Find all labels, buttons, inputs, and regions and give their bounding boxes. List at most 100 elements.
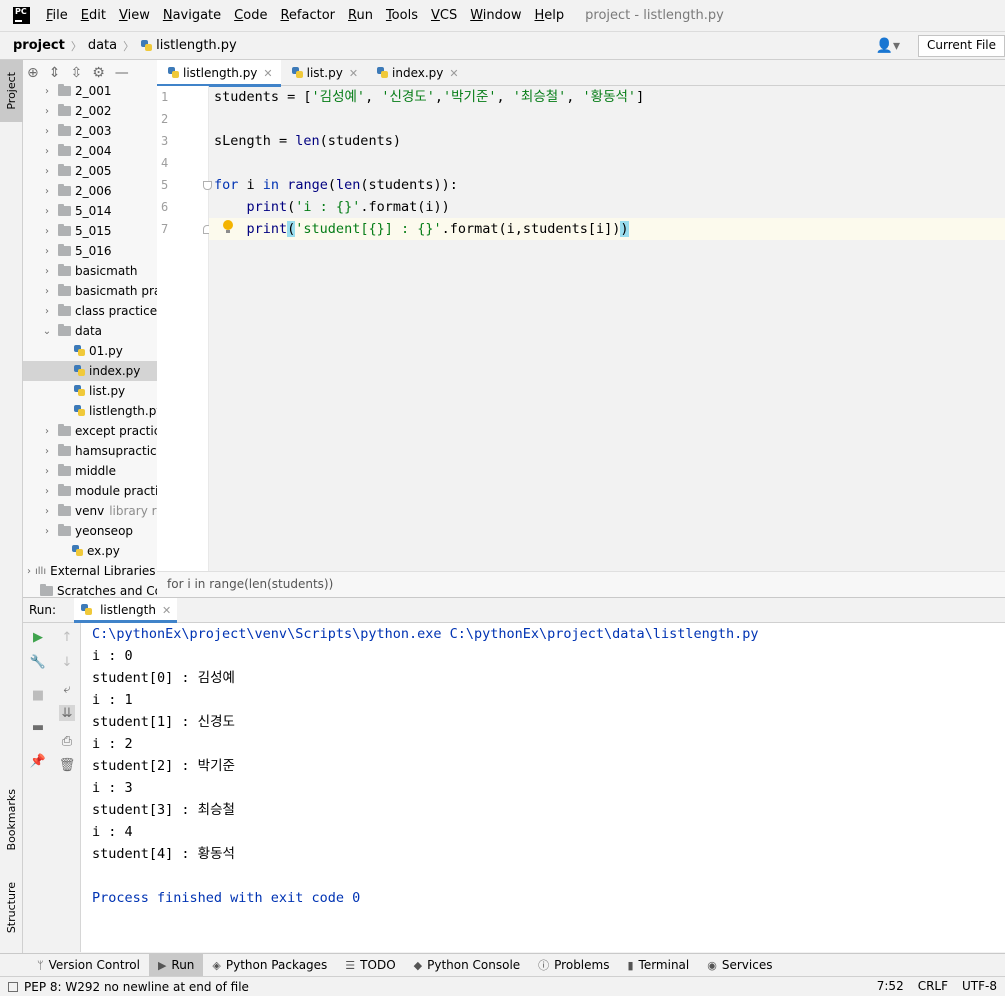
chevron-right-icon[interactable]: › [41, 426, 53, 437]
scroll-to-end-icon[interactable]: ⇊ [59, 705, 75, 721]
tab-listlength[interactable]: listlength.py ✕ [157, 60, 281, 87]
chevron-right-icon[interactable]: › [41, 186, 53, 197]
chevron-right-icon[interactable]: › [41, 126, 53, 137]
line-separator[interactable]: CRLF [918, 979, 948, 993]
tab-problems[interactable]: ⓘ Problems [529, 954, 618, 977]
tree-item[interactable]: › venv library ro [23, 501, 157, 521]
trash-icon[interactable]: 🗑 [59, 757, 76, 773]
file-encoding[interactable]: UTF-8 [962, 979, 997, 993]
tree-item[interactable]: › 2_005 [23, 161, 157, 181]
tree-item[interactable]: › basicmath prac [23, 281, 157, 301]
chevron-right-icon[interactable]: › [41, 286, 53, 297]
tree-item[interactable]: › ıllı External Libraries [23, 561, 157, 581]
tree-item[interactable]: › hamsupractice [23, 441, 157, 461]
bookmarks-tool-tab[interactable]: Bookmarks [0, 780, 23, 860]
chevron-right-icon[interactable]: › [41, 86, 53, 97]
editor-breadcrumb[interactable]: for i in range(len(students)) [157, 571, 1005, 597]
pin-icon[interactable]: 📌 [30, 753, 46, 769]
tree-item[interactable]: 01.py [23, 341, 157, 361]
tab-services[interactable]: ◉ Services [698, 954, 781, 977]
tree-item[interactable]: › 2_004 [23, 141, 157, 161]
hide-panel-icon[interactable]: — [115, 65, 129, 81]
layout-icon[interactable]: ▬ [30, 719, 46, 735]
tab-python-console[interactable]: ◆ Python Console [405, 954, 530, 977]
menu-view[interactable]: View [119, 8, 150, 23]
chevron-right-icon[interactable]: › [41, 246, 53, 257]
arrow-down-icon[interactable]: ↓ [59, 654, 75, 670]
wrench-icon[interactable]: 🔧 [30, 654, 46, 670]
tree-item[interactable]: › middle [23, 461, 157, 481]
collapse-all-icon[interactable]: ⇳ [70, 65, 82, 81]
menu-vcs[interactable]: VCS [431, 8, 457, 23]
tree-item[interactable]: list.py [23, 381, 157, 401]
stop-icon[interactable]: ■ [30, 687, 46, 703]
run-tab-listlength[interactable]: listlength ✕ [74, 598, 178, 623]
tree-item[interactable]: › 2_002 [23, 101, 157, 121]
chevron-right-icon[interactable]: › [41, 526, 53, 537]
print-icon[interactable]: ⎙ [59, 733, 75, 749]
menu-tools[interactable]: Tools [386, 8, 418, 23]
project-tool-tab[interactable]: Project [0, 60, 23, 122]
chevron-right-icon[interactable]: › [41, 206, 53, 217]
tree-item[interactable]: › 2_003 [23, 121, 157, 141]
close-icon[interactable]: ✕ [349, 67, 358, 80]
menu-code[interactable]: Code [234, 8, 267, 23]
locate-icon[interactable]: ⊕ [27, 65, 39, 81]
breadcrumb-data[interactable]: data [88, 38, 117, 53]
toggle-tool-windows-icon[interactable] [8, 981, 18, 992]
tab-terminal[interactable]: ▮ Terminal [618, 954, 698, 977]
tree-item[interactable]: › yeonseop [23, 521, 157, 541]
chevron-down-icon[interactable]: ⌄ [41, 326, 53, 337]
close-icon[interactable]: ✕ [263, 67, 272, 80]
chevron-right-icon[interactable]: › [41, 106, 53, 117]
chevron-right-icon[interactable]: › [41, 466, 53, 477]
rerun-icon[interactable]: ▶ [30, 629, 46, 645]
menu-window[interactable]: Window [470, 8, 521, 23]
tab-index[interactable]: index.py ✕ [366, 60, 467, 86]
gear-icon[interactable]: ⚙ [92, 65, 105, 81]
breadcrumb-file[interactable]: listlength.py [156, 38, 237, 53]
tree-item[interactable]: › class practice [23, 301, 157, 321]
code-editor[interactable]: students = ['김성예', '신경도','박기준', '최승철', '… [209, 86, 1005, 571]
menu-edit[interactable]: Edit [81, 8, 106, 23]
tree-item[interactable]: › 5_016 [23, 241, 157, 261]
tree-item[interactable]: › 2_001 [23, 81, 157, 101]
breadcrumb-project[interactable]: project [13, 38, 65, 53]
close-icon[interactable]: ✕ [162, 604, 171, 617]
soft-wrap-icon[interactable]: ⤶ [59, 681, 75, 697]
editor-gutter[interactable]: 1 2 3 4 5 6 7 [157, 86, 212, 571]
tree-item[interactable]: index.py [23, 361, 157, 381]
menu-navigate[interactable]: Navigate [163, 8, 221, 23]
menu-run[interactable]: Run [348, 8, 373, 23]
tab-version-control[interactable]: ᛘ Version Control [28, 954, 149, 977]
tree-item[interactable]: › module practic [23, 481, 157, 501]
tab-list[interactable]: list.py ✕ [281, 60, 366, 86]
run-console[interactable]: C:\pythonEx\project\venv\Scripts\python.… [81, 623, 1005, 952]
user-account-icon[interactable]: 👤▾ [876, 38, 900, 54]
arrow-up-icon[interactable]: ↑ [59, 629, 75, 645]
structure-tool-tab[interactable]: Structure [0, 872, 23, 944]
tree-item[interactable]: Scratches and Cor [23, 581, 157, 597]
chevron-right-icon[interactable]: › [23, 566, 35, 577]
status-message[interactable]: PEP 8: W292 no newline at end of file [24, 980, 249, 994]
chevron-right-icon[interactable]: › [41, 506, 53, 517]
run-configuration-select[interactable]: Current File [918, 35, 1005, 57]
tab-python-packages[interactable]: ◈ Python Packages [203, 954, 336, 977]
chevron-right-icon[interactable]: › [41, 266, 53, 277]
tree-item[interactable]: › 5_014 [23, 201, 157, 221]
chevron-right-icon[interactable]: › [41, 486, 53, 497]
tree-item[interactable]: ⌄ data [23, 321, 157, 341]
chevron-right-icon[interactable]: › [41, 306, 53, 317]
menu-help[interactable]: Help [535, 8, 565, 23]
caret-position[interactable]: 7:52 [877, 979, 904, 993]
tree-item[interactable]: › basicmath [23, 261, 157, 281]
tree-item[interactable]: › 2_006 [23, 181, 157, 201]
menu-file[interactable]: File [46, 8, 68, 23]
tree-item[interactable]: listlength.py [23, 401, 157, 421]
chevron-right-icon[interactable]: › [41, 146, 53, 157]
tree-item[interactable]: ex.py [23, 541, 157, 561]
intention-bulb-icon[interactable] [222, 219, 234, 235]
chevron-right-icon[interactable]: › [41, 166, 53, 177]
menu-refactor[interactable]: Refactor [280, 8, 335, 23]
tab-todo[interactable]: ☰ TODO [336, 954, 404, 977]
